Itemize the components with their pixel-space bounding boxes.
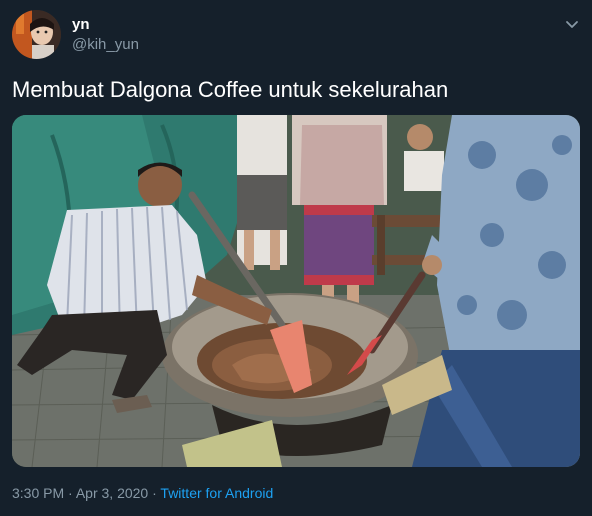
tweet-card[interactable]: yn @kih_yun Membuat Dalgona Coffee untuk… <box>0 0 592 516</box>
tweet-metadata: 3:30 PM · Apr 3, 2020 · Twitter for Andr… <box>12 484 273 502</box>
tweet-source-link[interactable]: Twitter for Android <box>160 485 273 501</box>
avatar[interactable] <box>12 10 61 59</box>
meta-separator: · <box>152 485 157 501</box>
meta-separator: · <box>68 485 73 501</box>
tweet-time[interactable]: 3:30 PM <box>12 485 64 501</box>
chevron-down-icon[interactable] <box>562 14 582 34</box>
display-name[interactable]: yn <box>72 16 90 34</box>
tweet-date[interactable]: Apr 3, 2020 <box>76 485 148 501</box>
tweet-text: Membuat Dalgona Coffee untuk sekelurahan <box>12 77 449 102</box>
user-handle[interactable]: @kih_yun <box>72 36 139 54</box>
tweet-photo[interactable] <box>12 115 580 467</box>
avatar-image <box>12 10 61 59</box>
photo-illustration <box>12 115 580 467</box>
